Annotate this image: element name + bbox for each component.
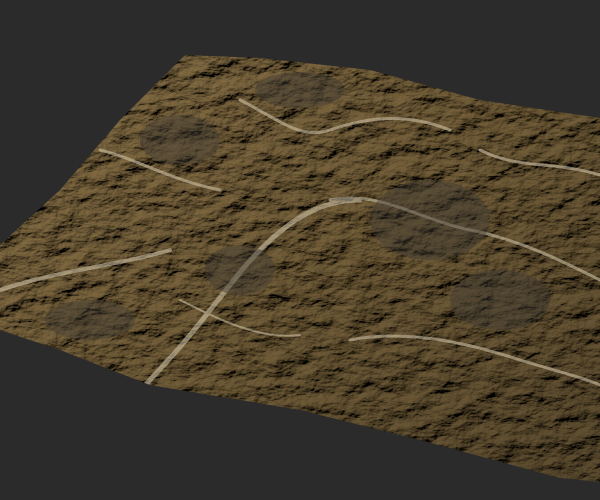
terrain-render (0, 0, 600, 500)
